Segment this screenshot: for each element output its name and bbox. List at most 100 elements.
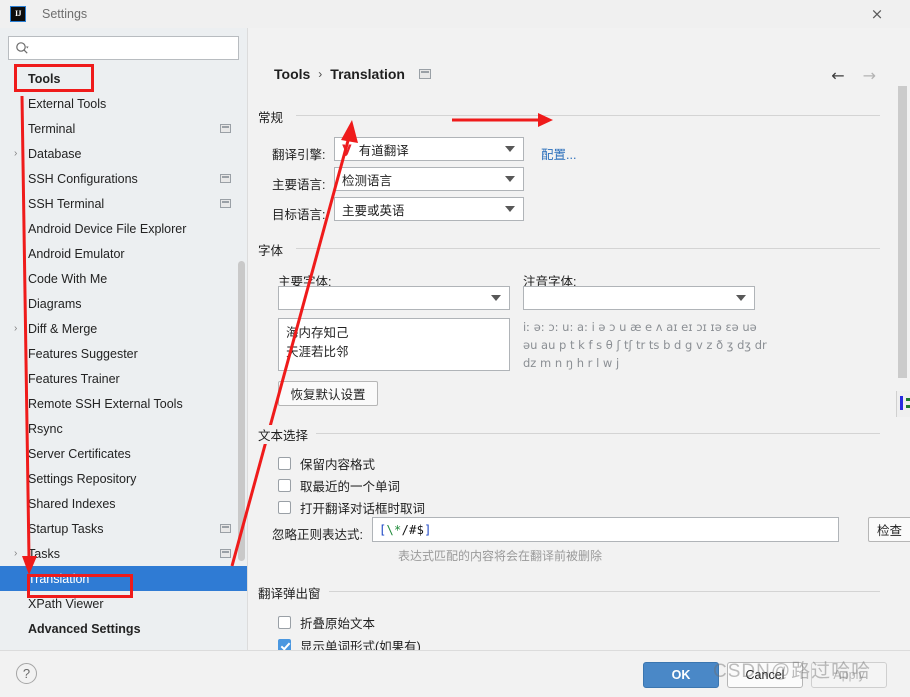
sidebar-item-label: Terminal: [28, 121, 76, 136]
sidebar-item-label: SSH Terminal: [28, 196, 105, 211]
sidebar-item-label: Android Device File Explorer: [28, 221, 187, 236]
primary-language-select[interactable]: 检测语言: [334, 167, 524, 191]
sidebar-item-features-trainer[interactable]: Features Trainer: [0, 366, 247, 391]
nav-arrows: ← →: [831, 66, 876, 85]
group-title-popup: 翻译弹出窗: [258, 583, 329, 602]
youdao-logo-icon: y: [342, 138, 352, 157]
check-regex-button[interactable]: 检查: [868, 517, 910, 542]
sidebar-item-diagrams[interactable]: Diagrams: [0, 291, 247, 316]
sidebar-item-advanced-settings[interactable]: Advanced Settings: [0, 616, 247, 641]
sidebar-scrollbar[interactable]: [238, 261, 245, 561]
intellij-logo-icon: IJ: [10, 6, 26, 22]
sidebar-item-ssh-terminal[interactable]: SSH Terminal: [0, 191, 247, 216]
sidebar-root-tools[interactable]: Tools: [0, 66, 247, 91]
checkbox-row-take-word-on-open[interactable]: 打开翻译对话框时取词: [278, 498, 425, 517]
sidebar-item-server-certificates[interactable]: Server Certificates: [0, 441, 247, 466]
search-box[interactable]: [8, 36, 239, 60]
sidebar-item-label: Diagrams: [28, 296, 82, 311]
checkbox-row-fold-original[interactable]: 折叠原始文本: [278, 613, 375, 632]
sidebar-item-label-advanced: Advanced Settings: [28, 621, 141, 636]
checkbox-label-nearest-word: 取最近的一个单词: [300, 480, 401, 494]
nav-back-icon[interactable]: ←: [831, 66, 844, 85]
primary-language-value: 检测语言: [342, 173, 393, 188]
sidebar-item-rsync[interactable]: Rsync: [0, 416, 247, 441]
group-title-font: 字体: [258, 240, 292, 259]
sidebar-item-terminal[interactable]: Terminal: [0, 116, 247, 141]
chevron-right-icon[interactable]: ›: [14, 323, 28, 334]
sidebar-item-label: Features Suggester: [28, 346, 138, 361]
sidebar-item-label: Server Certificates: [28, 446, 131, 461]
title-bar: IJ Settings ×: [0, 0, 910, 28]
modified-badge-icon: [220, 174, 231, 183]
settings-tree: Tools External Tools Terminal › Database SSH…: [0, 66, 247, 650]
sidebar-item-label: Database: [28, 146, 82, 161]
sidebar-item-label: Tasks: [28, 546, 60, 561]
help-icon[interactable]: ?: [16, 663, 37, 684]
sidebar-item-diff-merge[interactable]: › Diff & Merge: [0, 316, 247, 341]
sidebar-item-android-emulator[interactable]: Android Emulator: [0, 241, 247, 266]
label-translation-engine: 翻译引擎:: [272, 148, 326, 162]
checkbox-label-show-word-forms: 显示单词形式(如果有): [300, 640, 421, 650]
sidebar-item-tasks[interactable]: › Tasks: [0, 541, 247, 566]
checkbox-nearest-word[interactable]: [278, 479, 291, 492]
sidebar-item-ssh-configurations[interactable]: SSH Configurations: [0, 166, 247, 191]
group-divider-text-selection: [310, 433, 880, 434]
sidebar-item-label: Rsync: [28, 421, 63, 436]
breadcrumb-current: Translation: [330, 66, 405, 82]
ok-button[interactable]: OK: [643, 662, 719, 688]
checkbox-row-show-word-forms[interactable]: 显示单词形式(如果有): [278, 636, 421, 650]
sidebar-item-features-suggester[interactable]: Features Suggester: [0, 341, 247, 366]
sidebar-item-label: Remote SSH External Tools: [28, 396, 183, 411]
translation-engine-select[interactable]: y 有道翻译: [334, 137, 524, 161]
sidebar-item-label: Startup Tasks: [28, 521, 104, 536]
apply-button: Apply: [811, 662, 887, 688]
target-language-value: 主要或英语: [342, 203, 405, 218]
breadcrumb-parent[interactable]: Tools: [274, 66, 310, 82]
sidebar-item-label: Settings Repository: [28, 471, 137, 486]
configure-link[interactable]: 配置...: [541, 144, 576, 163]
checkbox-row-nearest-word[interactable]: 取最近的一个单词: [278, 476, 400, 495]
sidebar-item-label: External Tools: [28, 96, 107, 111]
sidebar-item-database[interactable]: › Database: [0, 141, 247, 166]
chevron-down-icon: [736, 295, 746, 301]
sidebar-item-shared-indexes[interactable]: Shared Indexes: [0, 491, 247, 516]
checkbox-show-word-forms[interactable]: [278, 639, 291, 650]
phonetic-font-select[interactable]: [523, 286, 755, 310]
sidebar-item-external-tools[interactable]: External Tools: [0, 91, 247, 116]
checkbox-label-keep-format: 保留内容格式: [300, 458, 376, 472]
target-language-select[interactable]: 主要或英语: [334, 197, 524, 221]
checkbox-take-word-on-open[interactable]: [278, 501, 291, 514]
sidebar-item-code-with-me[interactable]: Code With Me: [0, 266, 247, 291]
sidebar-item-label: SSH Configurations: [28, 171, 138, 186]
sidebar-item-label: Features Trainer: [28, 371, 120, 386]
sidebar-item-settings-repository[interactable]: Settings Repository: [0, 466, 247, 491]
checkbox-row-keep-format[interactable]: 保留内容格式: [278, 454, 375, 473]
sidebar-item-translation[interactable]: Translation: [0, 566, 247, 591]
sidebar-item-android-device-file-explorer[interactable]: Android Device File Explorer: [0, 216, 247, 241]
content-scrollbar[interactable]: [898, 86, 907, 378]
sidebar-item-remote-ssh-external-tools[interactable]: Remote SSH External Tools: [0, 391, 247, 416]
nav-forward-icon[interactable]: →: [863, 66, 876, 85]
checkbox-fold-original[interactable]: [278, 616, 291, 629]
ignore-regex-input[interactable]: [\*/#$]: [372, 517, 839, 542]
chevron-down-icon: [505, 206, 515, 212]
regex-token: /#$: [401, 522, 425, 537]
modified-badge-icon: [220, 524, 231, 533]
primary-font-select[interactable]: [278, 286, 510, 310]
checkbox-label-take-word-on-open: 打开翻译对话框时取词: [300, 502, 426, 516]
sidebar-item-label: Shared Indexes: [28, 496, 116, 511]
sidebar-item-xpath-viewer[interactable]: XPath Viewer: [0, 591, 247, 616]
chevron-right-icon[interactable]: ›: [14, 148, 28, 159]
font-preview-box[interactable]: 海内存知己 天涯若比邻: [278, 318, 510, 371]
search-input[interactable]: [33, 40, 232, 56]
close-icon[interactable]: ×: [862, 0, 892, 28]
chevron-right-icon[interactable]: ›: [14, 548, 28, 559]
checkbox-label-fold-original: 折叠原始文本: [300, 617, 376, 631]
restore-defaults-button[interactable]: 恢复默认设置: [278, 381, 378, 406]
dialog-body: Tools External Tools Terminal › Database SSH…: [0, 28, 910, 650]
window-title: Settings: [42, 7, 88, 21]
dialog-footer: ? OK Cancel Apply: [0, 650, 910, 697]
sidebar-item-startup-tasks[interactable]: Startup Tasks: [0, 516, 247, 541]
checkbox-keep-format[interactable]: [278, 457, 291, 470]
cancel-button[interactable]: Cancel: [727, 662, 803, 688]
